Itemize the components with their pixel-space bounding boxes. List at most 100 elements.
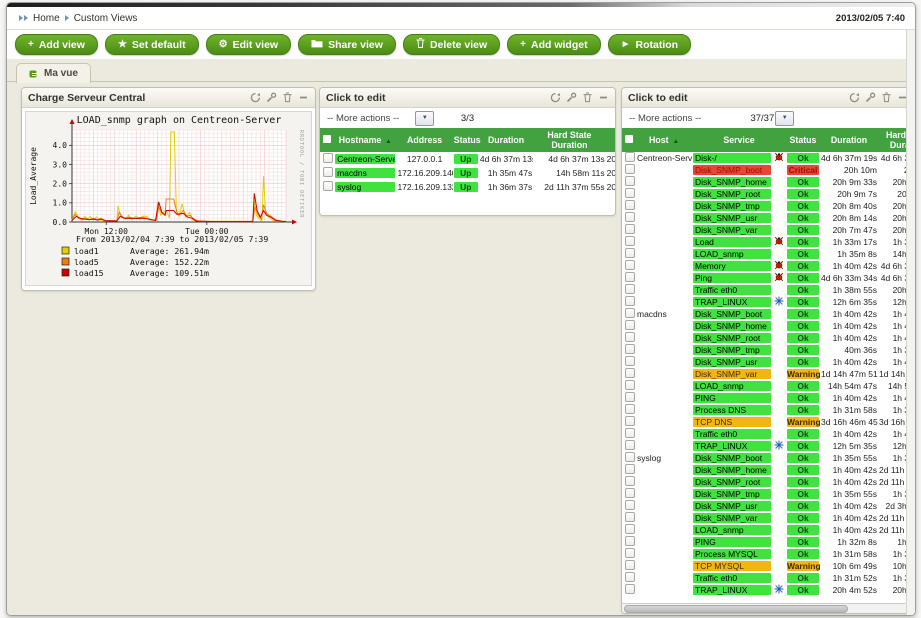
service-link[interactable]: Disk_SNMP_boot [693, 453, 771, 463]
col-duration[interactable]: Duration [479, 128, 533, 152]
col-status[interactable]: Status [786, 128, 820, 152]
row-checkbox[interactable] [323, 153, 333, 163]
service-link[interactable]: LOAD_snmp [693, 381, 771, 391]
select-all-header[interactable] [320, 128, 334, 152]
service-link[interactable]: Disk_SNMP_usr [693, 213, 771, 223]
delete-widget-icon[interactable] [582, 92, 593, 103]
row-checkbox[interactable] [625, 260, 635, 270]
service-link[interactable]: Traffic eth0 [693, 285, 771, 295]
row-checkbox[interactable] [625, 212, 635, 222]
row-checkbox[interactable] [625, 284, 635, 294]
rotation-button[interactable]: ► Rotation [608, 34, 691, 55]
row-checkbox[interactable] [625, 248, 635, 258]
service-link[interactable]: Disk-/ [693, 153, 771, 163]
row-checkbox[interactable] [625, 236, 635, 246]
service-link[interactable]: LOAD_snmp [693, 525, 771, 535]
row-checkbox[interactable] [625, 428, 635, 438]
service-link[interactable]: Disk_SNMP_root [693, 477, 771, 487]
row-checkbox[interactable] [625, 584, 635, 594]
row-checkbox[interactable] [625, 536, 635, 546]
row-checkbox[interactable] [625, 188, 635, 198]
page-scrollbar[interactable] [906, 30, 915, 615]
delete-view-button[interactable]: Delete view [403, 34, 500, 55]
row-checkbox[interactable] [323, 181, 333, 191]
row-checkbox[interactable] [625, 416, 635, 426]
service-link[interactable]: Disk_SNMP_root [693, 189, 771, 199]
row-checkbox[interactable] [625, 488, 635, 498]
add-view-button[interactable]: + Add view [15, 34, 98, 55]
row-checkbox[interactable] [625, 164, 635, 174]
row-checkbox[interactable] [625, 440, 635, 450]
row-checkbox[interactable] [625, 572, 635, 582]
row-checkbox[interactable] [625, 176, 635, 186]
row-checkbox[interactable] [625, 344, 635, 354]
service-link[interactable]: TRAP_LINUX [693, 585, 771, 595]
col-service[interactable]: Service [692, 128, 786, 152]
row-checkbox[interactable] [625, 452, 635, 462]
row-checkbox[interactable] [625, 560, 635, 570]
row-checkbox[interactable] [625, 464, 635, 474]
row-checkbox[interactable] [625, 404, 635, 414]
row-checkbox[interactable] [625, 272, 635, 282]
col-duration[interactable]: Duration [820, 128, 878, 152]
service-link[interactable]: Disk_SNMP_var [693, 225, 771, 235]
col-host[interactable]: Host▲ [636, 128, 692, 152]
row-checkbox[interactable] [625, 332, 635, 342]
refresh-icon[interactable] [849, 92, 860, 103]
service-link[interactable]: Disk_SNMP_tmp [693, 345, 771, 355]
col-status[interactable]: Status [453, 128, 479, 152]
row-checkbox[interactable] [323, 167, 333, 177]
select-all-header[interactable] [622, 128, 636, 152]
share-view-button[interactable]: Share view [298, 34, 396, 55]
select-all-checkbox[interactable] [323, 135, 331, 143]
row-checkbox[interactable] [625, 548, 635, 558]
page-size-dropdown[interactable]: ▼ [775, 111, 794, 126]
add-widget-button[interactable]: + Add widget [507, 34, 600, 55]
host-link[interactable]: macdns [335, 168, 395, 178]
row-checkbox[interactable] [625, 512, 635, 522]
minimize-widget-icon[interactable] [298, 92, 309, 103]
service-link[interactable]: Process DNS [693, 405, 771, 415]
delete-widget-icon[interactable] [881, 92, 892, 103]
service-link[interactable]: Disk_SNMP_var [693, 513, 771, 523]
row-checkbox[interactable] [625, 500, 635, 510]
host-link[interactable]: Centreon-Server [335, 154, 395, 164]
service-link[interactable]: Disk_SNMP_tmp [693, 201, 771, 211]
services-horizontal-scrollbar[interactable] [622, 603, 914, 613]
scrollbar-thumb[interactable] [624, 605, 848, 613]
service-link[interactable]: Load [693, 237, 771, 247]
service-link[interactable]: Disk_SNMP_home [693, 321, 771, 331]
service-link[interactable]: Disk_SNMP_boot [693, 165, 771, 175]
service-link[interactable]: TRAP_LINUX [693, 441, 771, 451]
service-link[interactable]: Disk_SNMP_var [693, 369, 771, 379]
delete-widget-icon[interactable] [282, 92, 293, 103]
tab-ma-vue[interactable]: Ma vue [16, 63, 91, 83]
service-link[interactable]: Traffic eth0 [693, 429, 771, 439]
col-last-check[interactable] [606, 128, 615, 152]
row-checkbox[interactable] [625, 392, 635, 402]
row-checkbox[interactable] [625, 368, 635, 378]
more-actions-dropdown[interactable]: ▼ [415, 111, 434, 126]
settings-wrench-icon[interactable] [865, 92, 876, 103]
col-hard-state-duration[interactable]: Hard State Duration [533, 128, 605, 152]
service-link[interactable]: Ping [693, 273, 771, 283]
service-link[interactable]: Disk_SNMP_boot [693, 309, 771, 319]
service-link[interactable]: Disk_SNMP_home [693, 177, 771, 187]
service-link[interactable]: TCP DNS [693, 417, 771, 427]
service-link[interactable]: PING [693, 393, 771, 403]
row-checkbox[interactable] [625, 224, 635, 234]
settings-wrench-icon[interactable] [566, 92, 577, 103]
row-checkbox[interactable] [625, 380, 635, 390]
service-link[interactable]: TCP MYSQL [693, 561, 771, 571]
row-checkbox[interactable] [625, 200, 635, 210]
col-hostname[interactable]: Hostname▲ [334, 128, 396, 152]
col-address[interactable]: Address [396, 128, 452, 152]
edit-view-button[interactable]: ⚙ Edit view [206, 34, 291, 55]
row-checkbox[interactable] [625, 320, 635, 330]
service-link[interactable]: TRAP_LINUX [693, 297, 771, 307]
service-link[interactable]: Traffic eth0 [693, 573, 771, 583]
row-checkbox[interactable] [625, 356, 635, 366]
set-default-button[interactable]: ★ Set default [105, 34, 199, 55]
service-link[interactable]: Memory [693, 261, 771, 271]
service-link[interactable]: Process MYSQL [693, 549, 771, 559]
